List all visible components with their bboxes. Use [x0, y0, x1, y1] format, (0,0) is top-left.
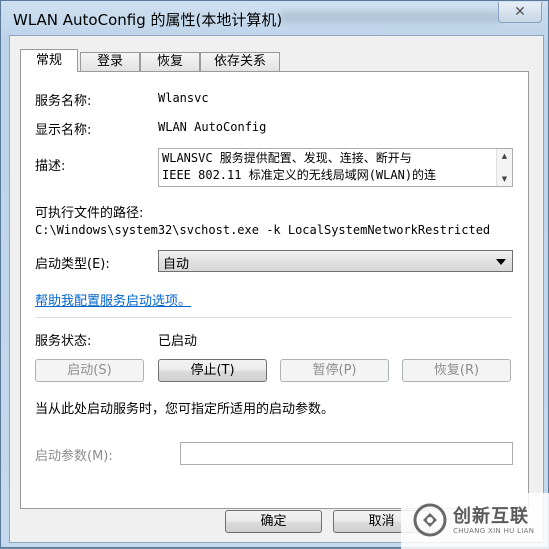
service-status-value: 已启动	[158, 334, 198, 349]
exe-path-field[interactable]: C:\Windows\system32\svchost.exe -k Local…	[35, 223, 512, 238]
start-params-label: 启动参数(M):	[35, 449, 113, 464]
watermark-subtext: CHUANG XIN HU LIAN	[453, 527, 535, 535]
pause-button[interactable]: 暂停(P)	[280, 359, 389, 382]
close-button[interactable]: ✕	[498, 2, 542, 23]
help-configure-link[interactable]: 帮助我配置服务启动选项。	[35, 290, 191, 309]
watermark-text: 创新互联	[453, 506, 529, 527]
display-name-value: WLAN AutoConfig	[158, 120, 267, 134]
watermark-logo: 创新互联 CHUANG XIN HU LIAN	[401, 493, 549, 549]
startup-type-value: 自动	[163, 257, 190, 272]
window-title: WLAN AutoConfig 的属性(本地计算机)	[13, 11, 283, 29]
tab-general[interactable]: 常规	[20, 49, 78, 72]
general-tab-panel: 服务名称: Wlansvc 显示名称: WLAN AutoConfig 描述: …	[20, 71, 529, 509]
display-name-label: 显示名称:	[35, 123, 92, 138]
properties-dialog: WLAN AutoConfig 的属性(本地计算机) ✕ 常规 登录 恢复 依存…	[0, 0, 549, 549]
service-status-label: 服务状态:	[35, 334, 92, 349]
brand-logo-icon	[413, 503, 447, 537]
scroll-down-icon[interactable]: ▼	[497, 173, 512, 185]
tab-recovery[interactable]: 恢复	[140, 52, 200, 71]
start-params-hint: 当从此处启动服务时，您可指定所适用的启动参数。	[35, 402, 335, 417]
exe-path-label: 可执行文件的路径:	[35, 206, 144, 221]
description-label: 描述:	[35, 159, 66, 174]
startup-type-label: 启动类型(E):	[35, 257, 110, 272]
description-value: WLANSVC 服务提供配置、发现、连接、断开与 IEEE 802.11 标准定…	[162, 151, 437, 182]
startup-type-dropdown[interactable]: 自动	[158, 250, 513, 272]
tab-logon[interactable]: 登录	[80, 52, 140, 71]
exe-path-value: C:\Windows\system32\svchost.exe -k Local…	[35, 223, 491, 237]
divider	[35, 317, 512, 318]
close-icon: ✕	[514, 4, 526, 20]
background-window-ghost	[281, 11, 501, 23]
dialog-client-area: 常规 登录 恢复 依存关系 服务名称: Wlansvc 显示名称: WLAN A…	[9, 35, 544, 543]
description-scrollbar[interactable]: ▲ ▼	[496, 149, 512, 186]
service-name-label: 服务名称:	[35, 94, 92, 109]
start-params-input[interactable]	[180, 442, 513, 465]
scroll-up-icon[interactable]: ▲	[497, 150, 512, 162]
ok-button[interactable]: 确定	[225, 510, 322, 533]
resume-button[interactable]: 恢复(R)	[402, 359, 511, 382]
start-button[interactable]: 启动(S)	[35, 359, 144, 382]
chevron-down-icon	[496, 259, 506, 265]
tab-dependencies[interactable]: 依存关系	[200, 52, 280, 71]
service-name-value: Wlansvc	[158, 91, 209, 105]
description-textbox[interactable]: WLANSVC 服务提供配置、发现、连接、断开与 IEEE 802.11 标准定…	[158, 148, 513, 187]
stop-button[interactable]: 停止(T)	[158, 359, 267, 382]
title-bar[interactable]: WLAN AutoConfig 的属性(本地计算机) ✕	[1, 1, 548, 35]
